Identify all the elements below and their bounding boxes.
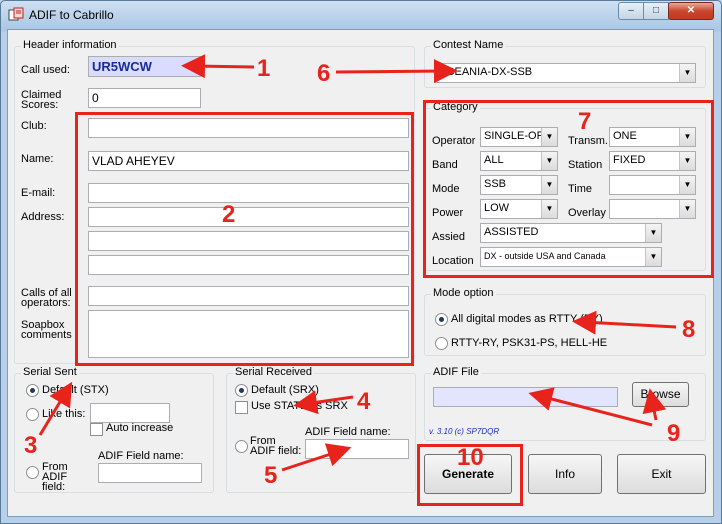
mode-option-all-digital-label[interactable]: All digital modes as RTTY (RY) <box>451 313 603 325</box>
call-used-input[interactable]: UR5WCW <box>88 56 201 77</box>
use-state-as-srx-checkbox[interactable] <box>235 401 248 414</box>
annotation-number-7: 7 <box>578 108 592 135</box>
serial-sent-default-label[interactable]: Default (STX) <box>42 384 109 396</box>
close-button[interactable]: ✕ <box>668 2 714 20</box>
adif-file-title: ADIF File <box>431 366 481 378</box>
soapbox-comments-label: Soapbox comments <box>21 319 72 341</box>
minimize-button[interactable]: – <box>618 2 644 20</box>
serial-received-from-adif-radio[interactable] <box>235 440 248 453</box>
browse-button[interactable]: Browse <box>632 382 689 407</box>
mode-option-title: Mode option <box>431 287 496 299</box>
serial-received-from-adif-label[interactable]: From ADIF field: <box>250 436 302 457</box>
serial-sent-like-this-label[interactable]: Like this: <box>42 408 85 420</box>
club-label: Club: <box>21 120 47 132</box>
annotation-number-9: 9 <box>667 420 681 447</box>
serial-received-adif-field-name-label: ADIF Field name: <box>305 426 391 438</box>
mode-option-rtty-psk-hell-label[interactable]: RTTY-RY, PSK31-PS, HELL-HE <box>451 337 607 349</box>
serial-received-default-label[interactable]: Default (SRX) <box>251 384 319 396</box>
serial-sent-adif-field-name-label: ADIF Field name: <box>98 450 184 462</box>
contest-name-value: OCEANIA-DX-SSB <box>438 66 533 78</box>
title-bar[interactable]: ADIF to Cabrillo – □ ✕ <box>1 1 721 29</box>
header-information-title: Header information <box>21 39 119 51</box>
annotation-number-1: 1 <box>257 55 271 82</box>
serial-sent-title: Serial Sent <box>21 366 79 378</box>
auto-increase-checkbox[interactable] <box>90 423 103 436</box>
annotation-number-2: 2 <box>222 201 236 228</box>
annotation-box-header-fields <box>75 112 414 366</box>
calls-of-all-operators-label: Calls of all operators: <box>21 287 72 309</box>
contest-name-select[interactable]: OCEANIA-DX-SSB ▼ <box>434 63 696 83</box>
auto-increase-label[interactable]: Auto increase <box>106 422 173 434</box>
adif-file-path-input[interactable] <box>433 387 618 407</box>
serial-received-default-radio[interactable] <box>235 384 248 397</box>
call-used-label: Call used: <box>21 64 70 76</box>
annotation-number-3: 3 <box>24 432 38 459</box>
serial-received-title: Serial Received <box>233 366 315 378</box>
window-title: ADIF to Cabrillo <box>29 8 114 22</box>
version-label: v. 3.10 (c) SP7DQR <box>429 427 500 436</box>
claimed-scores-label: Claimed Scores: <box>21 89 62 111</box>
claimed-scores-input[interactable]: 0 <box>88 88 201 108</box>
annotation-box-category <box>423 100 714 278</box>
annotation-number-10: 10 <box>457 444 484 471</box>
serial-sent-from-adif-label[interactable]: From ADIF field: <box>42 462 84 493</box>
email-label: E-mail: <box>21 187 56 199</box>
app-icon <box>8 7 24 21</box>
exit-button[interactable]: Exit <box>617 454 706 494</box>
annotation-number-4: 4 <box>357 388 371 415</box>
serial-sent-like-this-input[interactable] <box>90 403 170 423</box>
contest-name-title: Contest Name <box>431 39 506 51</box>
annotation-number-8: 8 <box>682 316 696 343</box>
annotation-number-5: 5 <box>264 462 278 489</box>
chevron-down-icon: ▼ <box>679 64 695 82</box>
serial-sent-default-radio[interactable] <box>26 384 39 397</box>
serial-sent-like-this-radio[interactable] <box>26 408 39 421</box>
maximize-button[interactable]: □ <box>643 2 669 20</box>
annotation-number-6: 6 <box>317 60 331 87</box>
info-button[interactable]: Info <box>528 454 602 494</box>
mode-option-all-digital-radio[interactable] <box>435 313 448 326</box>
serial-sent-from-adif-radio[interactable] <box>26 466 39 479</box>
serial-sent-adif-field-name-input[interactable] <box>98 463 202 483</box>
mode-option-rtty-psk-hell-radio[interactable] <box>435 337 448 350</box>
address-label: Address: <box>21 211 65 223</box>
name-label: Name: <box>21 153 54 165</box>
serial-received-adif-field-name-input[interactable] <box>305 439 409 459</box>
use-state-as-srx-label[interactable]: Use STATE as SRX <box>251 400 348 412</box>
